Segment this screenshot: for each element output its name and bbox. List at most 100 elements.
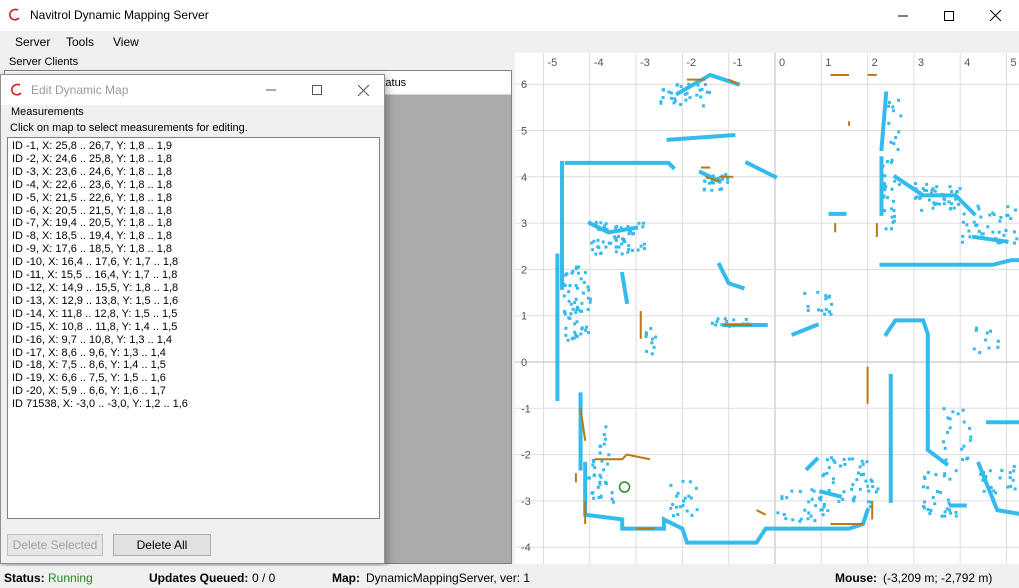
scan-point [687, 82, 691, 86]
measurement-item[interactable]: ID -20, X: 5,9 .. 6,6, Y: 1,6 .. 1,7 [12, 385, 375, 398]
measurement-item[interactable]: ID -4, X: 22,6 .. 23,6, Y: 1,8 .. 1,8 [12, 179, 375, 192]
measurement-item[interactable]: ID 71538, X: -3,0 .. -3,0, Y: 1,2 .. 1,6 [12, 398, 375, 411]
scan-segment [804, 456, 820, 472]
measurement-item[interactable]: ID -2, X: 24,6 .. 25,8, Y: 1,8 .. 1,8 [12, 153, 375, 166]
measurement-item[interactable]: ID -10, X: 16,4 .. 17,6, Y: 1,7 .. 1,8 [12, 256, 375, 269]
scan-point [858, 487, 862, 491]
dynamic-map-canvas[interactable]: -5 -4 -3 -2 -1 0 1 2 3 4 5 6 5 4 3 2 1 0 -1 -2 -3 -4 [515, 53, 1019, 564]
scan-point [1013, 208, 1017, 212]
measurement-item[interactable]: ID -9, X: 17,6 .. 18,5, Y: 1,8 .. 1,8 [12, 243, 375, 256]
measurement-item[interactable]: ID -1, X: 25,8 .. 26,7, Y: 1,8 .. 1,9 [12, 140, 375, 153]
menu-server[interactable]: Server [15, 35, 50, 49]
scan-point [590, 241, 594, 245]
scan-point [980, 232, 984, 236]
scan-point [661, 88, 665, 92]
minimize-icon [266, 89, 276, 91]
scan-point [639, 244, 643, 248]
scan-point [642, 242, 646, 246]
minimize-button[interactable] [880, 0, 926, 31]
scan-point [989, 485, 993, 489]
measurement-item[interactable]: ID -6, X: 20,5 .. 21,5, Y: 1,8 .. 1,8 [12, 205, 375, 218]
scan-point [950, 202, 954, 206]
scan-point [886, 196, 890, 200]
scan-point [946, 416, 950, 420]
delete-selected-button[interactable]: Delete Selected [7, 534, 103, 556]
scan-point [962, 420, 966, 424]
scan-point [958, 187, 962, 191]
scan-point [1011, 478, 1015, 482]
measurement-item[interactable]: ID -5, X: 21,5 .. 22,6, Y: 1,8 .. 1,8 [12, 192, 375, 205]
instruction-text: Click on map to select measurements for … [10, 122, 248, 134]
scan-point [631, 248, 635, 252]
scan-point [961, 458, 965, 462]
scan-point [940, 514, 944, 518]
measurement-item[interactable]: ID -11, X: 15,5 .. 16,4, Y: 1,7 .. 1,8 [12, 269, 375, 282]
scan-point [982, 471, 986, 475]
mouse-value: (-3,209 m; -2,792 m) [883, 571, 993, 585]
measurement-item[interactable]: ID -3, X: 23,6 .. 24,6, Y: 1,8 .. 1,8 [12, 166, 375, 179]
scan-point [939, 490, 943, 494]
window-title: Navitrol Dynamic Mapping Server [30, 8, 209, 22]
scan-point [855, 478, 859, 482]
scan-point [999, 241, 1003, 245]
scan-point [838, 464, 842, 468]
scan-point [696, 83, 700, 87]
scan-point [852, 498, 856, 502]
scan-point [678, 505, 682, 509]
measurement-item[interactable]: ID -14, X: 11,8 .. 12,8, Y: 1,5 .. 1,5 [12, 308, 375, 321]
scan-point [921, 187, 925, 191]
maximize-button[interactable] [926, 0, 972, 31]
delete-all-button[interactable]: Delete All [113, 534, 211, 556]
scan-point [892, 209, 896, 213]
measurement-item[interactable]: ID -18, X: 7,5 .. 8,6, Y: 1,4 .. 1,5 [12, 359, 375, 372]
scan-point [862, 472, 866, 476]
scan-point [942, 407, 946, 411]
scan-point [626, 250, 630, 254]
scan-point [1012, 230, 1016, 234]
scan-point [567, 316, 571, 320]
scan-point [929, 509, 933, 513]
dialog-maximize-button[interactable] [294, 75, 340, 105]
scan-point [915, 195, 919, 199]
scan-point [887, 121, 891, 125]
scan-point [599, 475, 603, 479]
scan-point [564, 333, 568, 337]
measurement-item[interactable]: ID -17, X: 8,6 .. 9,6, Y: 1,3 .. 1,4 [12, 347, 375, 360]
scan-point [636, 248, 640, 252]
scan-point [703, 179, 707, 183]
scan-point [594, 252, 598, 256]
measurements-list[interactable]: ID -1, X: 25,8 .. 26,7, Y: 1,8 .. 1,9 ID … [7, 137, 380, 519]
menu-tools[interactable]: Tools [66, 35, 94, 49]
dialog-minimize-button[interactable] [248, 75, 294, 105]
scan-point [943, 514, 947, 518]
measurement-item[interactable]: ID -15, X: 10,8 .. 11,8, Y: 1,4 .. 1,5 [12, 321, 375, 334]
scan-point [968, 426, 972, 430]
measurement-item[interactable]: ID -12, X: 14,9 .. 15,5, Y: 1,8 .. 1,8 [12, 282, 375, 295]
scan-segment [879, 91, 889, 152]
scan-point [715, 320, 719, 324]
scan-point [776, 511, 780, 515]
measurement-item[interactable]: ID -8, X: 18,5 .. 19,4, Y: 1,8 .. 1,8 [12, 230, 375, 243]
scan-point [570, 271, 574, 275]
scan-point [961, 408, 965, 412]
scan-point [922, 500, 926, 504]
scan-point [701, 104, 705, 108]
map-view[interactable]: -5 -4 -3 -2 -1 0 1 2 3 4 5 6 5 4 3 2 1 0 -1 -2 -3 -4 [515, 53, 1019, 564]
measurement-item[interactable]: ID -19, X: 6,6 .. 7,5, Y: 1,5 .. 1,6 [12, 372, 375, 385]
scan-point [587, 331, 591, 335]
measurement-item[interactable]: ID -13, X: 12,9 .. 13,8, Y: 1,5 .. 1,6 [12, 295, 375, 308]
scan-point [581, 291, 585, 295]
measurement-item[interactable]: ID -7, X: 19,4 .. 20,5, Y: 1,8 .. 1,8 [12, 217, 375, 230]
scan-point [1012, 469, 1016, 473]
menu-view[interactable]: View [113, 35, 139, 49]
scan-point [892, 219, 896, 223]
scan-point [682, 499, 686, 503]
dialog-close-button[interactable] [340, 75, 386, 105]
scan-point [943, 446, 947, 450]
updates-queued-label: Updates Queued: [149, 571, 249, 585]
close-button[interactable] [972, 0, 1018, 31]
scan-point [599, 444, 603, 448]
measurement-item[interactable]: ID -16, X: 9,7 .. 10,8, Y: 1,3 .. 1,4 [12, 334, 375, 347]
scan-point [1006, 213, 1010, 217]
scan-point [922, 485, 926, 489]
